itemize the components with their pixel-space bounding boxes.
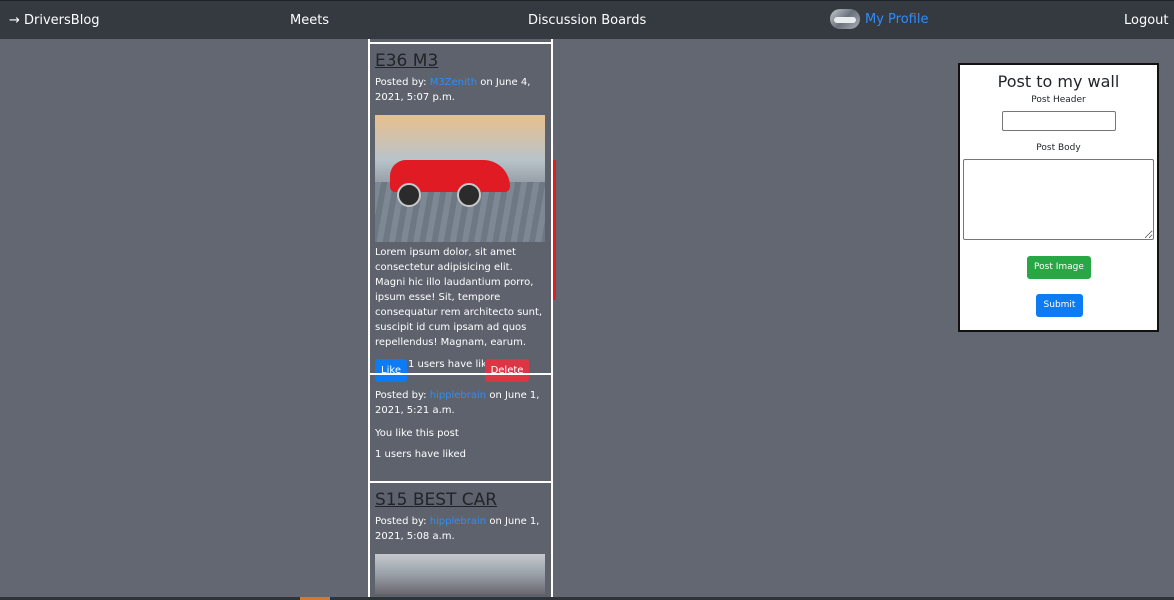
scrollbar-thumb[interactable]: [553, 160, 556, 300]
nav-discussion-boards[interactable]: Discussion Boards: [528, 13, 646, 28]
post-meta: Posted by: M3Zenith on June 4, 2021, 5:0…: [375, 75, 546, 105]
nav-my-profile[interactable]: My Profile: [830, 9, 928, 29]
post-meta: Posted by: hipplebrain on June 1, 2021, …: [375, 514, 546, 544]
brand-link[interactable]: → DriversBlog: [9, 13, 100, 28]
post-to-wall-form: Post to my wall Post Header Post Body Po…: [958, 63, 1159, 332]
post-body-label: Post Body: [1036, 143, 1081, 153]
post-card: E36 M3 Posted by: M3Zenith on June 4, 20…: [368, 42, 553, 382]
post-title[interactable]: E36 M3: [375, 51, 546, 71]
post-feed[interactable]: E36 M3 Posted by: M3Zenith on June 4, 20…: [368, 39, 553, 600]
posted-by-label: Posted by:: [375, 390, 430, 401]
post-author-link[interactable]: hipplebrain: [430, 390, 486, 401]
likes-count: 1 users have liked: [375, 449, 466, 460]
post-author-link[interactable]: M3Zenith: [430, 77, 477, 88]
submit-button[interactable]: Submit: [1036, 294, 1083, 317]
top-navbar: → DriversBlog Meets Discussion Boards My…: [0, 0, 1174, 39]
post-meta: Posted by: hipplebrain on June 1, 2021, …: [375, 388, 546, 418]
my-profile-label: My Profile: [865, 11, 929, 27]
posted-by-label: Posted by:: [375, 77, 430, 88]
post-author-link[interactable]: hipplebrain: [430, 516, 486, 527]
post-card: S15 BEST CAR Posted by: hipplebrain on J…: [368, 481, 553, 600]
post-card: Posted by: hipplebrain on June 1, 2021, …: [368, 373, 553, 483]
liked-status: You like this post: [375, 428, 459, 439]
post-image: [375, 554, 545, 594]
posted-by-label: Posted by:: [375, 516, 430, 527]
nav-logout[interactable]: Logout: [1124, 13, 1169, 28]
form-title: Post to my wall: [997, 72, 1120, 91]
post-image: [375, 115, 545, 242]
post-body-textarea[interactable]: [963, 159, 1154, 240]
post-image-button[interactable]: Post Image: [1027, 256, 1091, 279]
post-header-input[interactable]: [1001, 111, 1116, 131]
nav-meets[interactable]: Meets: [290, 13, 329, 28]
avatar: [830, 9, 860, 29]
post-title[interactable]: S15 BEST CAR: [375, 490, 546, 510]
post-header-label: Post Header: [1031, 95, 1086, 105]
post-body: Lorem ipsum dolor, sit amet consectetur …: [375, 247, 543, 348]
